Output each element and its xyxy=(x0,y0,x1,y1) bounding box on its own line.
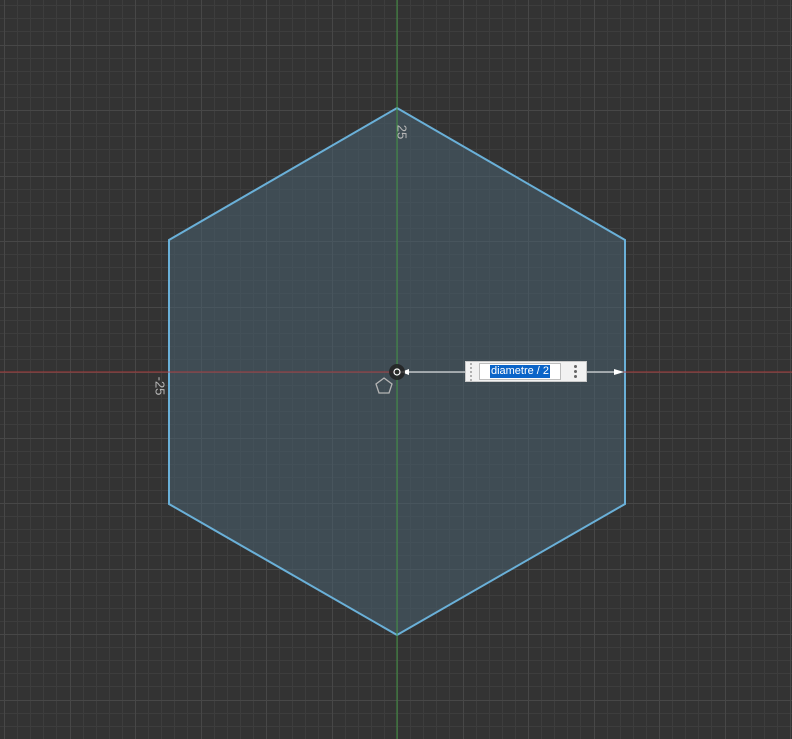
ruler-label-top: 25 xyxy=(395,125,410,139)
sketch-canvas[interactable]: 25 -25 xyxy=(0,0,792,739)
dimension-input-box[interactable]: diametre / 2 xyxy=(465,361,587,382)
dimension-value-text: diametre / 2 xyxy=(489,365,551,378)
center-point[interactable] xyxy=(389,364,405,380)
dimension-value-input[interactable]: diametre / 2 xyxy=(479,363,561,380)
vertical-ellipsis-icon[interactable] xyxy=(565,362,585,381)
drag-grip-icon[interactable] xyxy=(466,362,476,381)
ruler-label-left: -25 xyxy=(153,377,168,396)
